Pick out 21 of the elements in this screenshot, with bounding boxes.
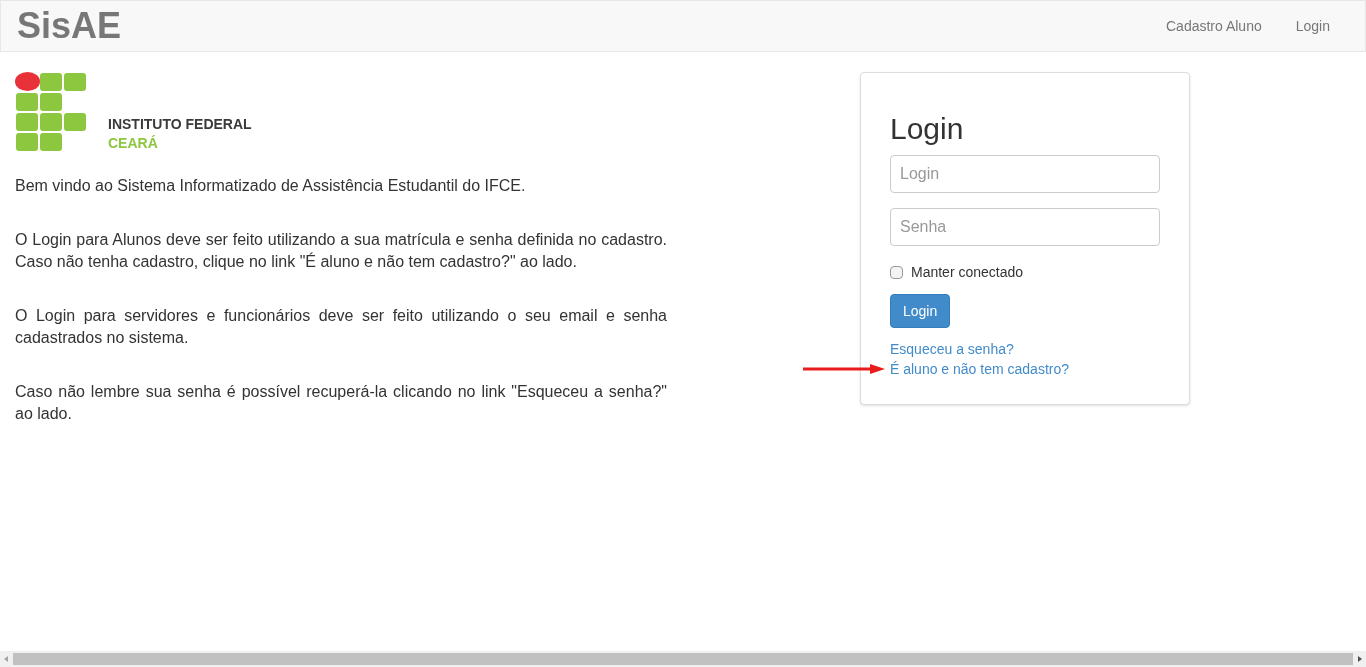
nav-link[interactable]: Cadastro Aluno (1151, 0, 1277, 52)
text-link[interactable]: É aluno e não tem cadastro? (890, 359, 1069, 379)
login-button[interactable]: Login (890, 294, 951, 328)
info-paragraph: Bem vindo ao Sistema Informatizado de Assistência Estudantil do IFCE. (15, 176, 527, 196)
scroll-left-icon[interactable] (2, 655, 10, 663)
logo-subtitle: CEARÁ (108, 134, 159, 153)
input-field[interactable]: Senha (890, 208, 1160, 246)
login-title: Login (890, 111, 965, 147)
info-paragraph: Caso não lembre sua senha é possível recuperá-la clicando no link "Esqueceu a senha?" ao lado. (15, 382, 667, 424)
scrollbar-thumb[interactable] (13, 653, 1353, 665)
info-paragraph: O Login para Alunos deve ser feito utilizando a sua matrícula e senha definida no cadastro. Caso não tenha cadastro, clique no link "É aluno e não tem cadastro?" ao lado. (15, 230, 667, 272)
scroll-right-icon[interactable] (1356, 655, 1364, 663)
remember-checkbox[interactable] (890, 266, 903, 279)
logo-title: INSTITUTO FEDERAL (108, 115, 252, 134)
input-field[interactable]: Login (890, 155, 1160, 193)
logo-icon (15, 72, 86, 151)
brand-link[interactable]: SisAE (17, 0, 122, 53)
text-link[interactable]: Esqueceu a senha? (890, 339, 1014, 359)
remember-label: Manter conectado (911, 263, 1024, 282)
info-paragraph: O Login para servidores e funcionários deve ser feito utilizando o seu email e senha cadastrados no sistema. (15, 306, 667, 348)
nav-link[interactable]: Login (1280, 0, 1345, 52)
